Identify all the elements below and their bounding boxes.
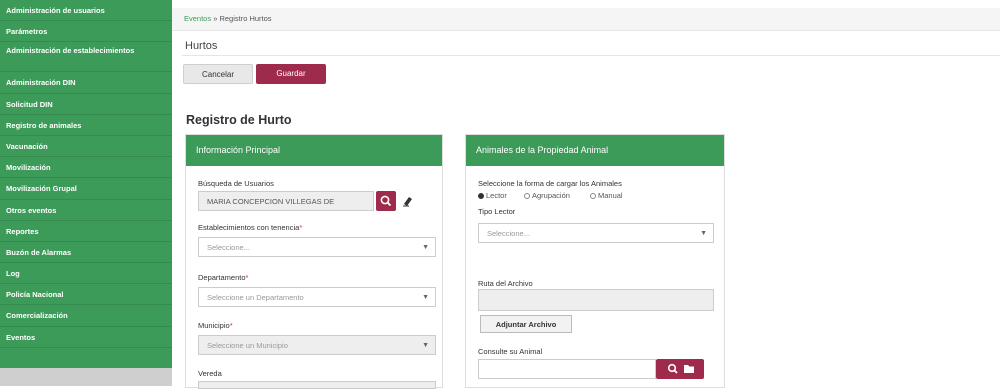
sidebar-item[interactable]: Log — [0, 263, 172, 285]
establishments-select[interactable]: Seleccione... ▼ — [198, 237, 436, 257]
cancel-button[interactable]: Cancelar — [183, 64, 253, 84]
file-path-input[interactable] — [478, 289, 714, 311]
title-divider — [182, 55, 1000, 56]
sidebar-item[interactable]: Vacunación — [0, 136, 172, 158]
establishments-label: Establecimientos con tenencia* — [198, 223, 303, 232]
search-icon — [380, 195, 392, 207]
animals-panel-title: Animales de la Propiedad Animal — [466, 135, 724, 166]
user-search-button[interactable] — [376, 191, 396, 211]
radio-dot — [590, 193, 596, 200]
breadcrumb-bar: Eventos » Registro Hurtos — [172, 8, 1000, 31]
department-label: Departamento* — [198, 273, 249, 282]
file-path-label: Ruta del Archivo — [478, 279, 533, 288]
sidebar-footer — [0, 368, 172, 386]
eraser-icon — [403, 197, 412, 207]
sidebar-item[interactable]: Administración DIN — [0, 72, 172, 94]
animal-query-label: Consulte su Animal — [478, 347, 543, 356]
save-button[interactable]: Guardar — [256, 64, 326, 84]
main-content: Eventos » Registro Hurtos Hurtos Cancela… — [172, 0, 1000, 389]
load-method-prompt: Seleccione la forma de cargar los Animal… — [478, 179, 622, 188]
caret-down-icon: ▼ — [422, 244, 429, 251]
attach-file-button[interactable]: Adjuntar Archivo — [480, 315, 572, 333]
radio-lector[interactable]: Lector — [478, 191, 507, 200]
municipality-label: Municipio* — [198, 321, 233, 330]
caret-down-icon: ▼ — [422, 342, 429, 349]
required-marker: * — [229, 321, 233, 330]
required-marker: * — [245, 273, 249, 282]
page-title: Hurtos — [185, 40, 218, 52]
sidebar-item[interactable]: Buzón de Alarmas — [0, 242, 172, 264]
clear-search-button[interactable] — [400, 191, 416, 211]
breadcrumb-current: Registro Hurtos — [219, 14, 272, 23]
radio-manual[interactable]: Manual — [590, 191, 623, 200]
sidebar: Administración de usuarios Parámetros Admi… — [0, 0, 172, 386]
vereda-label: Vereda — [198, 369, 222, 378]
sidebar-item[interactable]: Administración de usuarios — [0, 0, 172, 22]
animals-panel: Animales de la Propiedad Animal Seleccio… — [465, 134, 725, 388]
sidebar-item[interactable]: Movilización Grupal — [0, 178, 172, 200]
reader-type-select[interactable]: Seleccione... ▼ — [478, 223, 714, 243]
user-search-label: Búsqueda de Usuarios — [198, 179, 274, 188]
radio-dot — [524, 193, 530, 200]
animal-query-input[interactable] — [478, 359, 656, 379]
animal-query-buttons — [656, 359, 704, 379]
form-heading: Registro de Hurto — [186, 113, 292, 127]
animal-query-icons — [667, 363, 694, 374]
required-marker: * — [299, 223, 303, 232]
main-info-panel-title: Información Principal — [186, 135, 442, 166]
sidebar-item[interactable]: Registro de animales — [0, 115, 172, 136]
department-select[interactable]: Seleccione un Departamento ▼ — [198, 287, 436, 307]
breadcrumb-link-eventos[interactable]: Eventos — [184, 14, 211, 23]
reader-type-label: Tipo Lector — [478, 207, 516, 216]
main-info-panel: Información Principal Búsqueda de Usuari… — [185, 134, 443, 389]
municipality-select[interactable]: Seleccione un Municipio ▼ — [198, 335, 436, 355]
sidebar-item[interactable]: Policía Nacional — [0, 284, 172, 306]
sidebar-item[interactable]: Parámetros — [0, 21, 172, 43]
radio-agrupacion[interactable]: Agrupación — [524, 191, 570, 200]
caret-down-icon: ▼ — [422, 294, 429, 301]
user-search-input[interactable]: MARIA CONCEPCION VILLEGAS DE — [198, 191, 374, 211]
radio-dot-selected — [478, 193, 484, 200]
vereda-select[interactable] — [198, 381, 436, 389]
breadcrumb: Eventos » Registro Hurtos — [184, 14, 272, 23]
caret-down-icon: ▼ — [700, 230, 707, 237]
search-icon[interactable] — [667, 363, 678, 374]
sidebar-item[interactable]: Eventos — [0, 327, 172, 348]
sidebar-item[interactable]: Otros eventos — [0, 200, 172, 221]
sidebar-item[interactable]: Movilización — [0, 157, 172, 179]
folder-icon[interactable] — [684, 365, 694, 373]
sidebar-item[interactable]: Comercialización — [0, 305, 172, 327]
sidebar-item[interactable]: Administración de establecimientos — [0, 42, 172, 73]
sidebar-item[interactable]: Reportes — [0, 221, 172, 242]
sidebar-item[interactable]: Solicitud DIN — [0, 94, 172, 115]
